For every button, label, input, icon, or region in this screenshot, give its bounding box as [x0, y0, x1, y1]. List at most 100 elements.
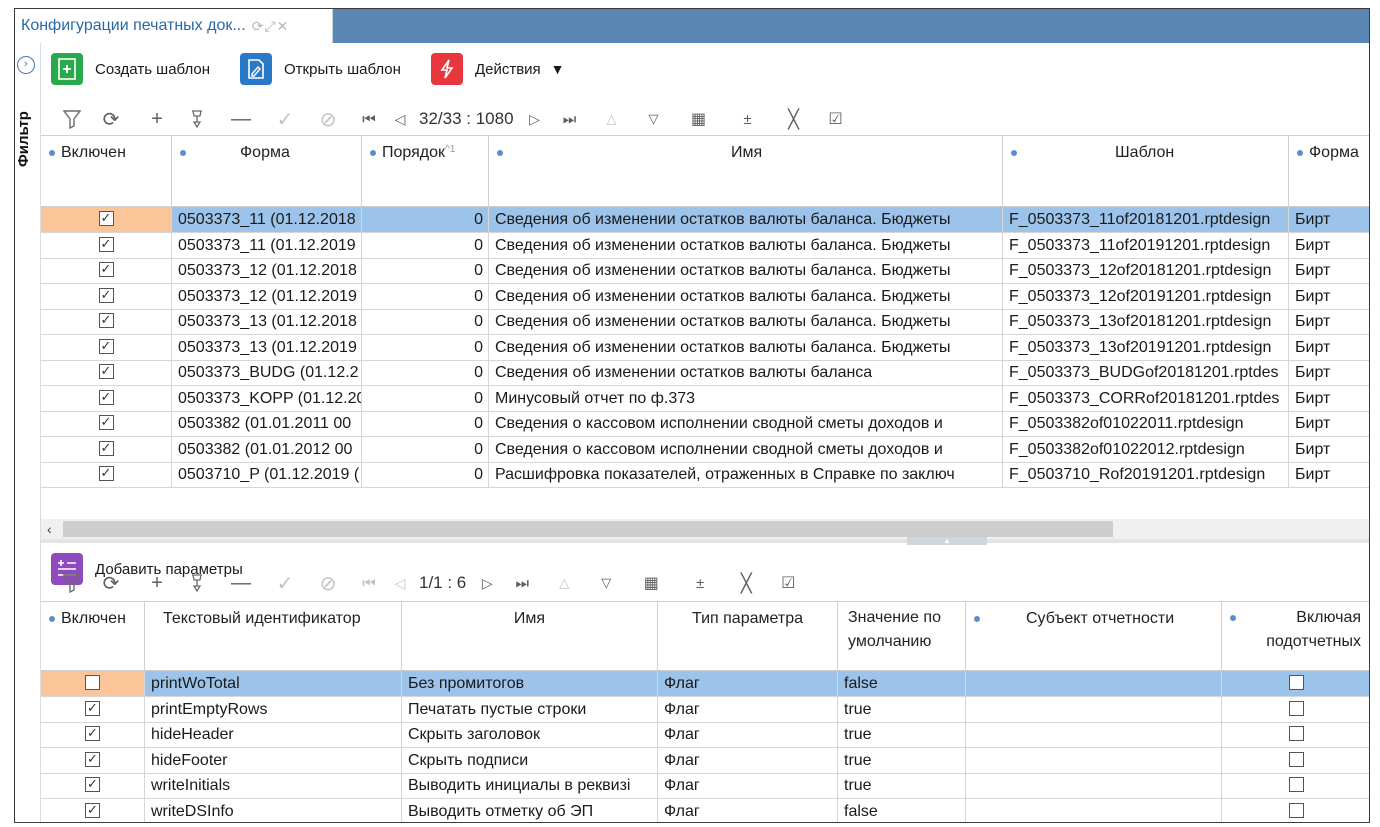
cancel-icon[interactable]: ⊘ — [305, 105, 351, 133]
delete-icon[interactable]: — — [217, 569, 265, 597]
checkbox-icon[interactable]: ✓ — [85, 777, 100, 793]
checkbox-icon[interactable] — [1288, 700, 1304, 716]
checkbox-icon[interactable] — [1288, 726, 1304, 742]
checkbox-icon[interactable] — [1288, 777, 1304, 793]
grid-view-icon[interactable]: ▦ — [674, 105, 724, 133]
confirm-icon[interactable]: ✓ — [265, 105, 305, 133]
sort-down-icon[interactable]: ▽ — [586, 569, 626, 597]
enabled-checkbox[interactable]: ✓ — [41, 360, 172, 385]
col-template[interactable]: Шаблон — [1003, 136, 1289, 206]
col-format[interactable]: Форма — [1289, 136, 1369, 206]
table-row[interactable]: ✓ printEmptyRows Печатать пустые строки Фла… — [41, 696, 1369, 723]
collapse-grip-icon[interactable]: ▲ — [907, 537, 987, 545]
include-sub-checkbox[interactable] — [1222, 748, 1369, 773]
expand-filter-icon[interactable]: › — [17, 56, 35, 74]
checkbox-icon[interactable] — [1288, 751, 1304, 767]
first-page-icon[interactable]: ⏮ — [351, 569, 387, 597]
next-page-icon[interactable]: ▷ — [520, 105, 550, 133]
table-row[interactable]: ✓ 0503382 (01.01.2012 00 0 Сведения о кассо… — [41, 436, 1369, 463]
enabled-checkbox[interactable]: ✓ — [41, 232, 172, 258]
include-sub-checkbox[interactable] — [1222, 773, 1369, 798]
col-text-id[interactable]: Текстовый идентификатор — [145, 602, 402, 670]
table-row[interactable]: ✓ 0503382 (01.01.2011 00 0 Сведения о кассо… — [41, 411, 1369, 437]
first-page-icon[interactable]: ⏮ — [351, 105, 387, 133]
prev-page-icon[interactable]: ◁ — [387, 105, 413, 133]
col-include-sub[interactable]: Включая подотчетных — [1222, 602, 1369, 670]
sort-down-icon[interactable]: ▽ — [634, 105, 674, 133]
grid-view-icon[interactable]: ▦ — [626, 569, 676, 597]
col-default-value[interactable]: Значение по умолчанию — [838, 602, 966, 670]
include-sub-checkbox[interactable] — [1222, 671, 1369, 696]
checkbox-icon[interactable] — [1288, 675, 1304, 691]
expand-columns-icon[interactable]: ± — [676, 569, 724, 597]
col-form[interactable]: Форма — [172, 136, 362, 206]
table-row[interactable]: ✓ 0503373_12 (01.12.2019 0 Сведения об изме… — [41, 283, 1369, 310]
enabled-checkbox[interactable]: ✓ — [41, 385, 172, 411]
next-page-icon[interactable]: ▷ — [472, 569, 502, 597]
enabled-checkbox[interactable]: ✓ — [41, 334, 172, 360]
col-name[interactable]: Имя — [402, 602, 658, 670]
checkbox-icon[interactable] — [1288, 802, 1304, 818]
table-row[interactable]: ✓ 0503373_12 (01.12.2018 0 Сведения об изме… — [41, 258, 1369, 284]
sort-up-icon[interactable]: △ — [542, 569, 586, 597]
select-all-icon[interactable]: ☑ — [816, 105, 856, 133]
filter-icon[interactable] — [59, 569, 85, 597]
table-row[interactable]: ✓ 0503710_P (01.12.2019 (0 Расшифровка пок… — [41, 462, 1369, 488]
cancel-icon[interactable]: ⊘ — [305, 569, 351, 597]
clear-icon[interactable]: ╳ — [772, 105, 816, 133]
table-row[interactable]: ✓ 0503373_BUDG (01.12.2 0 Сведения об измен… — [41, 360, 1369, 386]
col-order[interactable]: Порядок^1 — [362, 136, 489, 206]
checkbox-icon[interactable]: ✓ — [98, 440, 114, 456]
delete-icon[interactable]: — — [217, 105, 265, 133]
enabled-checkbox[interactable]: ✓ — [41, 283, 172, 309]
table-row[interactable]: ✓ hideHeader Скрыть заголовок Флаг true — [41, 722, 1369, 748]
clear-icon[interactable]: ╳ — [724, 569, 768, 597]
enabled-checkbox[interactable]: ✓ — [41, 309, 172, 334]
enabled-checkbox[interactable]: ✓ — [41, 411, 172, 436]
enabled-checkbox[interactable] — [41, 671, 145, 696]
enabled-checkbox[interactable]: ✓ — [41, 207, 172, 232]
checkbox-icon[interactable]: ✓ — [85, 700, 100, 716]
confirm-icon[interactable]: ✓ — [265, 569, 305, 597]
checkbox-icon[interactable] — [85, 675, 100, 691]
checkbox-icon[interactable]: ✓ — [85, 726, 100, 742]
col-name[interactable]: Имя — [489, 136, 1003, 206]
col-subject[interactable]: Субъект отчетности — [966, 602, 1222, 670]
table-row[interactable]: printWoTotal Без промитогов Флаг false — [41, 671, 1369, 697]
col-enabled[interactable]: Включен — [41, 602, 145, 670]
table-row[interactable]: ✓ writeInitials Выводить инициалы в реквиз… — [41, 773, 1369, 799]
prev-page-icon[interactable]: ◁ — [387, 569, 413, 597]
col-param-type[interactable]: Тип параметра — [658, 602, 838, 670]
panel-splitter[interactable]: ▲ — [41, 537, 1369, 545]
scrollbar-thumb[interactable] — [63, 521, 1113, 537]
checkbox-icon[interactable]: ✓ — [85, 802, 100, 818]
enabled-checkbox[interactable]: ✓ — [41, 436, 172, 462]
actions-dropdown[interactable]: Действия ▼ — [430, 53, 565, 85]
refresh-icon[interactable]: ⟳ — [85, 569, 137, 597]
last-page-icon[interactable]: ⏭ — [502, 569, 542, 597]
sort-up-icon[interactable]: △ — [590, 105, 634, 133]
table-row[interactable]: ✓ 0503373_KOPP (01.12.20 0 Минусовый отчет … — [41, 385, 1369, 412]
enabled-checkbox[interactable]: ✓ — [41, 722, 145, 747]
checkbox-icon[interactable]: ✓ — [98, 389, 114, 405]
checkbox-icon[interactable]: ✓ — [98, 415, 114, 431]
enabled-checkbox[interactable]: ✓ — [41, 696, 145, 722]
tab-controls-icons[interactable]: ⟳⤢✕ — [252, 18, 290, 35]
include-sub-checkbox[interactable] — [1222, 799, 1369, 823]
checkbox-icon[interactable]: ✓ — [98, 338, 114, 354]
checkbox-icon[interactable]: ✓ — [98, 262, 114, 278]
select-all-icon[interactable]: ☑ — [768, 569, 808, 597]
enabled-checkbox[interactable]: ✓ — [41, 798, 145, 822]
checkbox-icon[interactable]: ✓ — [98, 466, 114, 482]
enabled-checkbox[interactable]: ✓ — [41, 258, 172, 283]
checkbox-icon[interactable]: ✓ — [98, 313, 114, 329]
enabled-checkbox[interactable]: ✓ — [41, 747, 145, 773]
horizontal-scrollbar[interactable]: ‹ — [41, 519, 1369, 539]
scroll-left-icon[interactable]: ‹ — [47, 519, 52, 539]
checkbox-icon[interactable]: ✓ — [98, 287, 114, 303]
open-template-button[interactable]: Открыть шаблон — [240, 53, 401, 85]
add-icon[interactable]: + — [137, 105, 177, 133]
tab-print-configs[interactable]: Конфигурации печатных док... ⟳⤢✕ — [15, 9, 333, 43]
create-template-button[interactable]: Создать шаблон — [51, 53, 210, 85]
include-sub-checkbox[interactable] — [1222, 722, 1369, 747]
